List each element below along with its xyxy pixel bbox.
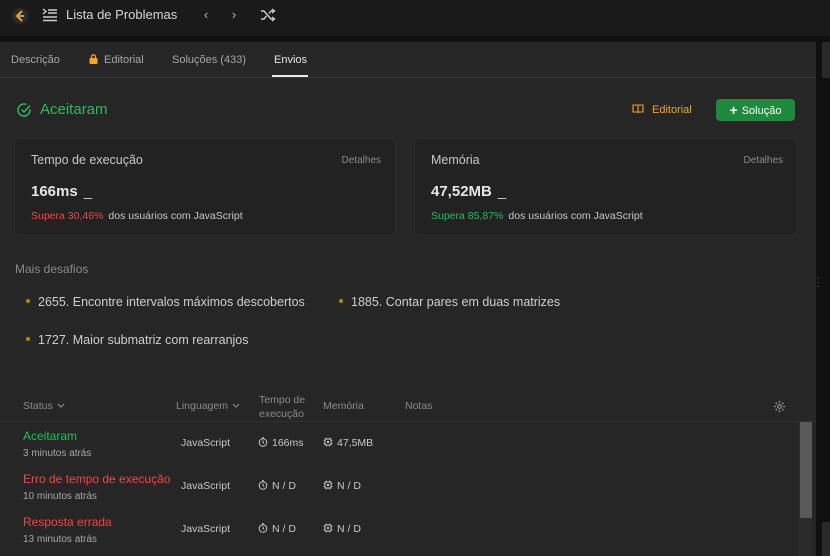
submission-memory: 47,5MB [323, 437, 373, 449]
challenge-link[interactable]: 1885. Contar pares em duas matrizes [339, 295, 560, 309]
memory-column-header: Memória [323, 400, 364, 412]
submission-memory-value: N / D [337, 480, 361, 492]
status-column-filter[interactable]: Status [23, 400, 65, 412]
bullet-icon [26, 337, 30, 341]
memory-beats: Supera 85,87% dos usuários com JavaScript [431, 210, 643, 222]
submission-status[interactable]: Aceitaram [23, 429, 77, 443]
runtime-header-line2: execução [259, 408, 304, 420]
submission-time: 10 minutos atrás [23, 491, 97, 502]
book-icon [632, 104, 644, 114]
active-tab-indicator [272, 75, 308, 77]
plus-icon: + [729, 102, 738, 118]
submission-language: JavaScript [181, 523, 231, 535]
gear-icon[interactable] [773, 400, 786, 413]
result-status-title: Aceitaram [40, 101, 108, 118]
prev-problem-button[interactable]: ‹ [196, 6, 216, 24]
timer-icon [258, 523, 268, 533]
challenge-label: 2655. Encontre intervalos máximos descob… [38, 295, 305, 309]
table-row[interactable]: Aceitaram 3 minutos atrás JavaScript 166… [0, 423, 798, 466]
runtime-details-link[interactable]: Detalhes [342, 155, 381, 166]
submission-runtime: N / D [258, 523, 296, 535]
memory-beats-percent: Supera 85,87% [431, 210, 504, 222]
challenge-link[interactable]: 2655. Encontre intervalos máximos descob… [26, 295, 305, 309]
check-circle-icon [17, 103, 31, 117]
tab-editorial[interactable]: Editorial [89, 54, 144, 66]
submission-memory-value: 47,5MB [337, 437, 374, 449]
challenge-label: 1727. Maior submatriz com rearranjos [38, 333, 249, 347]
submission-time: 13 minutos atrás [23, 534, 97, 545]
challenge-link[interactable]: 1727. Maior submatriz com rearranjos [26, 333, 249, 347]
side-rail [816, 36, 830, 556]
tab-bar: Descrição Editorial Soluções (433) Envio… [0, 42, 816, 78]
submission-status[interactable]: Erro de tempo de execução [23, 472, 170, 486]
side-panel-handle-bottom[interactable] [822, 522, 830, 556]
tab-solutions[interactable]: Soluções (433) [172, 54, 246, 66]
editorial-button[interactable]: Editorial [632, 100, 692, 120]
runtime-card-title: Tempo de execução [31, 153, 143, 167]
bullet-icon [339, 299, 343, 303]
top-bar: Lista de Problemas ‹ › [0, 0, 830, 32]
lock-icon [89, 54, 98, 64]
runtime-beats-text: dos usuários com JavaScript [108, 210, 243, 222]
bullet-icon [26, 299, 30, 303]
runtime-beats-percent: Supera 30,46% [31, 210, 104, 222]
post-solution-button[interactable]: + Solução [716, 99, 795, 121]
tab-description[interactable]: Descrição [11, 54, 60, 66]
chevron-down-icon [57, 403, 65, 408]
runtime-header-line1: Tempo de [259, 394, 306, 406]
tab-editorial-label: Editorial [104, 54, 144, 66]
timer-icon [258, 437, 268, 447]
memory-beats-text: dos usuários com JavaScript [508, 210, 643, 222]
submission-runtime-value: N / D [272, 480, 296, 492]
list-icon[interactable] [42, 8, 58, 22]
solution-button-label: Solução [741, 105, 782, 117]
submission-language: JavaScript [181, 437, 231, 449]
table-row[interactable]: Erro de tempo de execução 10 minutos atr… [0, 466, 798, 509]
memory-value: 47,52MB _ [431, 183, 506, 200]
submission-runtime-value: N / D [272, 523, 296, 535]
language-column-filter[interactable]: Linguagem [176, 400, 240, 412]
table-row[interactable]: Resposta errada 13 minutos atrás JavaScr… [0, 509, 798, 552]
runtime-cursor: _ [83, 183, 93, 200]
notes-column-header: Notas [405, 400, 433, 412]
runtime-value-text: 166ms [31, 183, 78, 200]
memory-cursor: _ [497, 183, 507, 200]
chevron-down-icon [232, 403, 240, 408]
tab-submissions[interactable]: Envios [274, 54, 307, 66]
submission-memory: N / D [323, 523, 361, 535]
runtime-beats: Supera 30,46% dos usuários com JavaScript [31, 210, 243, 222]
timer-icon [258, 480, 268, 490]
chip-icon [323, 480, 333, 490]
submission-memory-value: N / D [337, 523, 361, 535]
runtime-column-header: Tempo de execução [259, 393, 305, 421]
submission-language: JavaScript [181, 480, 231, 492]
chip-icon [323, 523, 333, 533]
runtime-card: Tempo de execução Detalhes 166ms _ Supera… [14, 138, 396, 236]
submission-runtime: 166ms [258, 437, 304, 449]
memory-value-text: 47,52MB [431, 183, 492, 200]
submission-status[interactable]: Resposta errada [23, 515, 112, 529]
chip-icon [323, 437, 333, 447]
more-challenges-title: Mais desafios [15, 262, 89, 276]
memory-card-title: Memória [431, 153, 480, 167]
logo-icon[interactable] [12, 8, 28, 24]
editorial-button-label: Editorial [652, 104, 692, 116]
challenge-label: 1885. Contar pares em duas matrizes [351, 295, 561, 309]
submission-memory: N / D [323, 480, 361, 492]
table-scroll-thumb[interactable] [800, 422, 812, 518]
memory-details-link[interactable]: Detalhes [744, 155, 783, 166]
next-problem-button[interactable]: › [224, 6, 244, 24]
submission-time: 3 minutos atrás [23, 448, 92, 459]
memory-card: Memória Detalhes 47,52MB _ Supera 85,87% d… [414, 138, 798, 236]
shuffle-icon[interactable] [260, 8, 276, 22]
submission-runtime: N / D [258, 480, 296, 492]
side-panel-handle[interactable] [822, 42, 830, 78]
problem-list-title[interactable]: Lista de Problemas [66, 7, 177, 22]
submissions-table-header: Status Linguagem Tempo de execução Memóri… [0, 388, 816, 422]
runtime-value: 166ms _ [31, 183, 92, 200]
status-header-label: Status [23, 400, 53, 412]
submission-runtime-value: 166ms [272, 437, 304, 449]
language-header-label: Linguagem [176, 400, 228, 412]
